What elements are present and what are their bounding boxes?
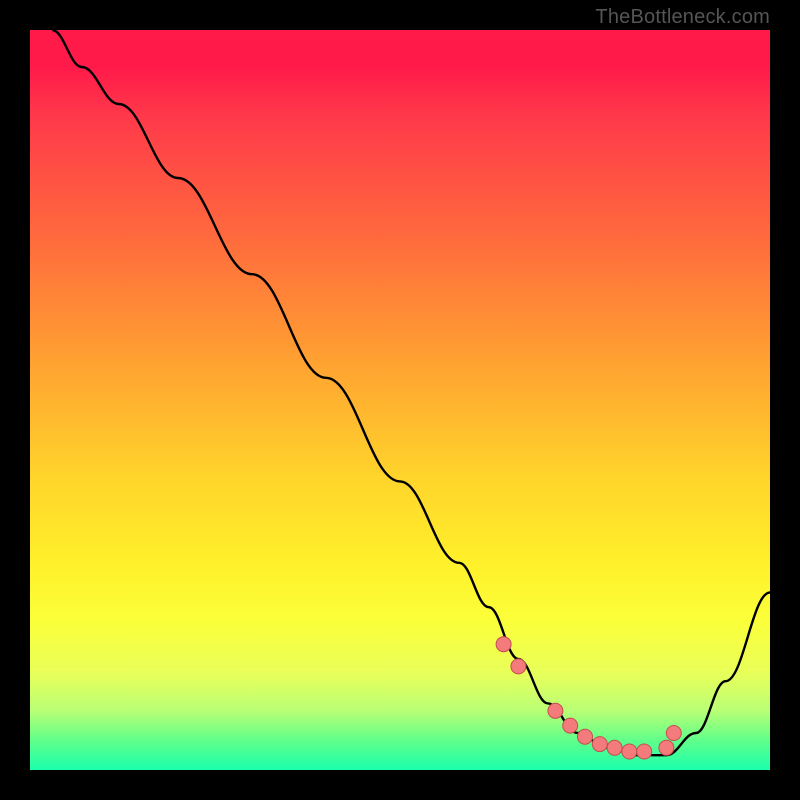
marker-point xyxy=(563,718,578,733)
marker-point xyxy=(666,726,681,741)
marker-point xyxy=(578,729,593,744)
marker-point xyxy=(496,637,511,652)
curve-layer xyxy=(30,30,770,770)
bottleneck-curve xyxy=(52,30,770,755)
marker-point xyxy=(548,703,563,718)
marker-point xyxy=(607,740,622,755)
marker-point xyxy=(637,744,652,759)
marker-point xyxy=(622,744,637,759)
marker-point xyxy=(659,740,674,755)
marker-group xyxy=(496,637,681,759)
attribution-text: TheBottleneck.com xyxy=(595,6,770,29)
marker-point xyxy=(592,737,607,752)
marker-point xyxy=(511,659,526,674)
